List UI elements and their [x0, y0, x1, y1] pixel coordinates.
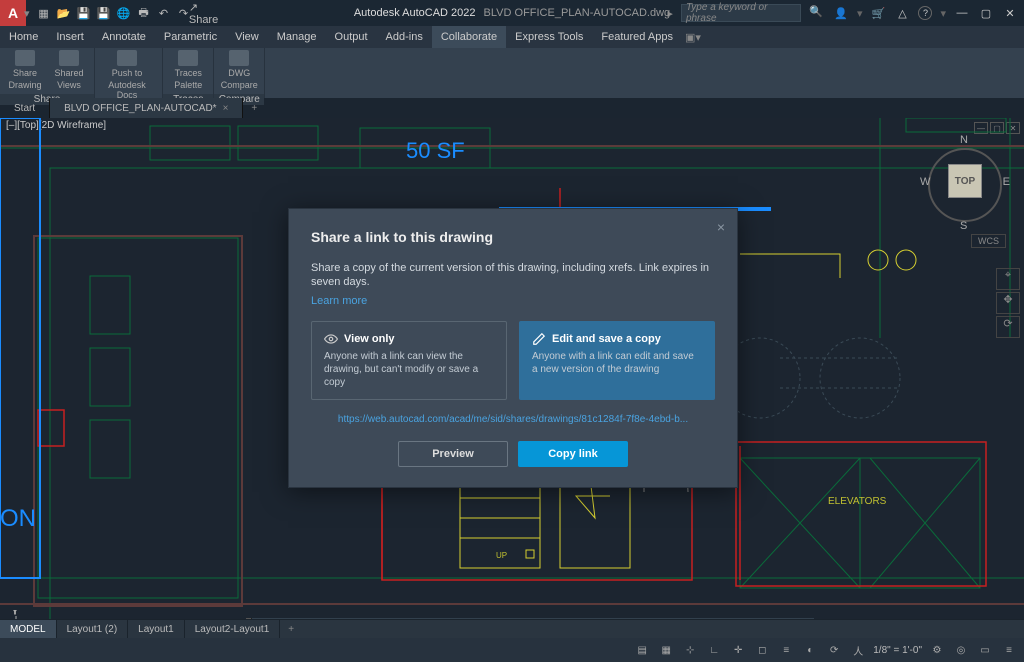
search-icon[interactable]: 🔍 — [809, 5, 825, 21]
quick-access-toolbar: ▦ 📂 💾 💾 🌐 🖶 ↶ ↷ ↗ Share — [36, 5, 212, 21]
app-title: Autodesk AutoCAD 2022 — [354, 7, 476, 19]
layout-tab-1a[interactable]: Layout1 (2) — [57, 620, 129, 638]
layout-tab-1b[interactable]: Layout1 — [128, 620, 185, 638]
qat-web-icon[interactable]: 🌐 — [116, 5, 132, 21]
sb-lwt-icon[interactable]: ≡ — [777, 642, 795, 658]
close-icon[interactable]: ✕ — [1002, 5, 1018, 21]
tab-collaborate[interactable]: Collaborate — [432, 26, 506, 48]
dialog-close-icon[interactable]: × — [717, 219, 725, 235]
tab-view[interactable]: View — [226, 26, 268, 48]
sb-model-icon[interactable]: ▤ — [633, 642, 651, 658]
share-link-text[interactable]: https://web.autocad.com/acad/me/sid/shar… — [311, 414, 715, 425]
option-view-only[interactable]: View only Anyone with a link can view th… — [311, 321, 507, 400]
sb-gear-icon[interactable]: ⚙ — [928, 642, 946, 658]
maximize-icon[interactable]: ▢ — [978, 5, 994, 21]
sb-osnap-icon[interactable]: ◻ — [753, 642, 771, 658]
sb-annoscale-icon[interactable]: 人 — [849, 642, 867, 658]
help-icon[interactable]: ? — [918, 6, 932, 20]
ribbon-tabs: Home Insert Annotate Parametric View Man… — [0, 26, 1024, 48]
tab-expresstools[interactable]: Express Tools — [506, 26, 592, 48]
sb-snap-icon[interactable]: ⊹ — [681, 642, 699, 658]
app-menu-drop-icon[interactable]: ▾ — [24, 7, 30, 20]
dwg-compare-button[interactable]: DWGCompare — [220, 50, 258, 92]
sb-grid-icon[interactable]: ▦ — [657, 642, 675, 658]
sb-clean-icon[interactable]: ▭ — [976, 642, 994, 658]
file-tab-start[interactable]: Start — [0, 98, 50, 118]
svg-text:ON: ON — [0, 505, 36, 532]
tab-annotate[interactable]: Annotate — [93, 26, 155, 48]
layout-tabs: MODEL Layout1 (2) Layout1 Layout2-Layout… — [0, 619, 1024, 638]
share-dialog: × Share a link to this drawing Share a c… — [288, 208, 738, 488]
tab-output[interactable]: Output — [326, 26, 377, 48]
option-edit-save[interactable]: Edit and save a copy Anyone with a link … — [519, 321, 715, 400]
traces-palette-button[interactable]: TracesPalette — [169, 50, 207, 92]
sb-cycle-icon[interactable]: ⟳ — [825, 642, 843, 658]
eye-icon — [324, 332, 338, 346]
app-menu-button[interactable]: A — [0, 0, 26, 26]
qat-open-icon[interactable]: 📂 — [56, 5, 72, 21]
qat-undo-icon[interactable]: ↶ — [156, 5, 172, 21]
sb-customize-icon[interactable]: ≡ — [1000, 642, 1018, 658]
tab-home[interactable]: Home — [0, 26, 47, 48]
sb-scale-text[interactable]: 1/8" = 1'-0" — [873, 645, 922, 656]
cart-icon[interactable]: 🛒 — [870, 5, 886, 21]
tab-parametric[interactable]: Parametric — [155, 26, 226, 48]
qat-plot-icon[interactable]: 🖶 — [136, 5, 152, 21]
ribbon-panel: ShareDrawing SharedViews Share Push toAu… — [0, 48, 1024, 98]
qat-share-icon[interactable]: ↗ Share — [196, 5, 212, 21]
file-tab-drawing[interactable]: BLVD OFFICE_PLAN-AUTOCAD*× — [50, 98, 243, 118]
file-tabs: Start BLVD OFFICE_PLAN-AUTOCAD*× + — [0, 98, 1024, 118]
preview-button[interactable]: Preview — [398, 441, 508, 467]
titlebar: A ▾ ▦ 📂 💾 💾 🌐 🖶 ↶ ↷ ↗ Share Autodesk Aut… — [0, 0, 1024, 26]
layout-add-icon[interactable]: + — [280, 624, 302, 635]
svg-text:ELEVATORS: ELEVATORS — [828, 496, 887, 507]
viewcube-top[interactable]: TOP — [948, 164, 982, 198]
cloud-icon[interactable]: △ — [894, 5, 910, 21]
viewcube[interactable]: TOP N S E W — [920, 132, 1010, 232]
share-drawing-button[interactable]: ShareDrawing — [6, 50, 44, 92]
shared-views-button[interactable]: SharedViews — [50, 50, 88, 92]
user-icon[interactable]: 👤 — [833, 5, 849, 21]
layout-tab-model[interactable]: MODEL — [0, 620, 57, 638]
layout-tab-2[interactable]: Layout2-Layout1 — [185, 620, 281, 638]
tab-insert[interactable]: Insert — [47, 26, 93, 48]
tab-addins[interactable]: Add-ins — [377, 26, 432, 48]
qat-new-icon[interactable]: ▦ — [36, 5, 52, 21]
close-tab-icon[interactable]: × — [223, 103, 229, 114]
learn-more-link[interactable]: Learn more — [311, 295, 367, 307]
qat-save-icon[interactable]: 💾 — [76, 5, 92, 21]
new-tab-icon[interactable]: + — [243, 103, 265, 114]
minimize-icon[interactable]: — — [954, 5, 970, 21]
wcs-label[interactable]: WCS — [971, 234, 1006, 248]
dialog-description: Share a copy of the current version of t… — [311, 261, 715, 289]
pencil-icon — [532, 332, 546, 346]
sb-polar-icon[interactable]: ✛ — [729, 642, 747, 658]
tab-manage[interactable]: Manage — [268, 26, 326, 48]
area-label: 50 SF — [406, 138, 465, 163]
sb-transparency-icon[interactable]: ◐ — [801, 642, 819, 658]
doc-title: BLVD OFFICE_PLAN-AUTOCAD.dwg — [484, 7, 671, 19]
sb-ortho-icon[interactable]: ∟ — [705, 642, 723, 658]
status-bar: ▤ ▦ ⊹ ∟ ✛ ◻ ≡ ◐ ⟳ 人 1/8" = 1'-0" ⚙ ◎ ▭ ≡ — [0, 638, 1024, 662]
copy-link-button[interactable]: Copy link — [518, 441, 628, 467]
search-input[interactable]: Type a keyword or phrase — [681, 4, 801, 22]
svg-text:UP: UP — [496, 551, 507, 560]
qat-saveas-icon[interactable]: 💾 — [96, 5, 112, 21]
tab-more-icon[interactable]: ▣▾ — [682, 26, 704, 48]
tab-featuredapps[interactable]: Featured Apps — [592, 26, 682, 48]
svg-text:Y: Y — [12, 610, 18, 616]
nav-bar[interactable]: ⌖ ✥ ⟳ — [996, 268, 1020, 338]
sb-isolate-icon[interactable]: ◎ — [952, 642, 970, 658]
push-to-docs-button[interactable]: Push toAutodesk Docs — [101, 50, 153, 102]
dialog-title: Share a link to this drawing — [311, 229, 715, 245]
